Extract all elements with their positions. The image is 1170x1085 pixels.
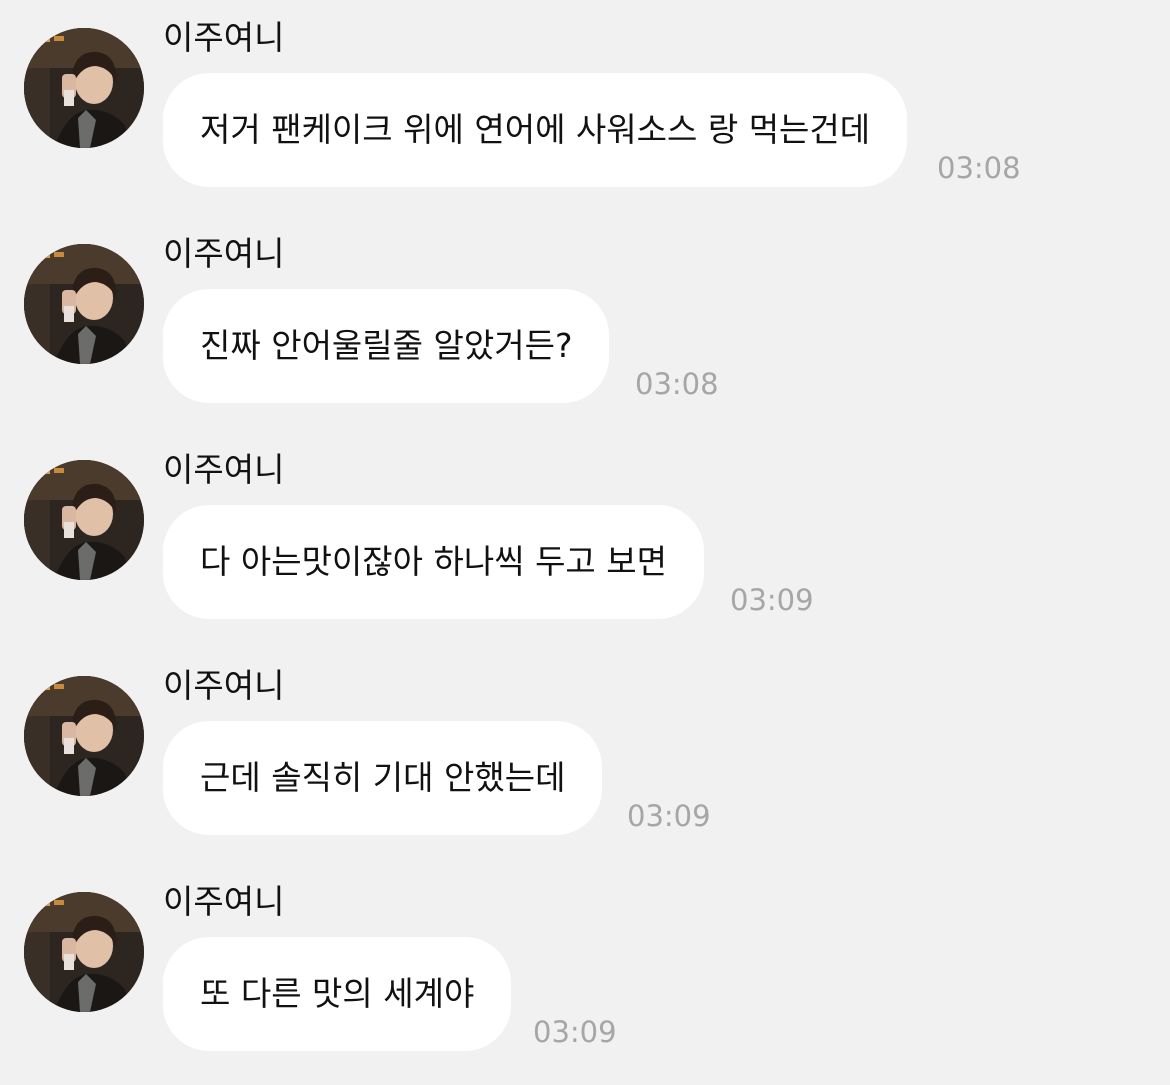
avatar[interactable] — [24, 244, 144, 364]
message-row: 이주여니 저거 팬케이크 위에 연어에 사워소스 랑 먹는건데 03:08 — [0, 0, 1170, 200]
message-timestamp: 03:08 — [635, 367, 719, 401]
message-row: 이주여니 또 다른 맛의 세계야 03:09 — [0, 864, 1170, 1064]
message-timestamp: 03:09 — [533, 1015, 617, 1049]
message-bubble[interactable]: 또 다른 맛의 세계야 — [163, 937, 512, 1051]
avatar[interactable] — [24, 28, 144, 148]
message-bubble[interactable]: 진짜 안어울릴줄 알았거든? — [163, 289, 610, 403]
sender-name: 이주여니 — [163, 882, 285, 921]
sender-name: 이주여니 — [163, 234, 285, 273]
message-row: 이주여니 진짜 안어울릴줄 알았거든? 03:08 — [0, 216, 1170, 416]
message-timestamp: 03:09 — [627, 799, 711, 833]
avatar[interactable] — [24, 892, 144, 1012]
sender-name: 이주여니 — [163, 18, 285, 57]
chat-thread: 이주여니 저거 팬케이크 위에 연어에 사워소스 랑 먹는건데 03:08 이주… — [0, 0, 1170, 1085]
message-bubble[interactable]: 근데 솔직히 기대 안했는데 — [163, 721, 603, 835]
message-bubble[interactable]: 다 아는맛이잖아 하나씩 두고 보면 — [163, 505, 704, 619]
message-row: 이주여니 근데 솔직히 기대 안했는데 03:09 — [0, 648, 1170, 848]
avatar[interactable] — [24, 460, 144, 580]
avatar[interactable] — [24, 676, 144, 796]
message-row: 이주여니 다 아는맛이잖아 하나씩 두고 보면 03:09 — [0, 432, 1170, 632]
message-timestamp: 03:08 — [937, 151, 1021, 185]
message-timestamp: 03:09 — [730, 583, 814, 617]
message-bubble[interactable]: 저거 팬케이크 위에 연어에 사워소스 랑 먹는건데 — [163, 73, 908, 187]
sender-name: 이주여니 — [163, 666, 285, 705]
sender-name: 이주여니 — [163, 450, 285, 489]
